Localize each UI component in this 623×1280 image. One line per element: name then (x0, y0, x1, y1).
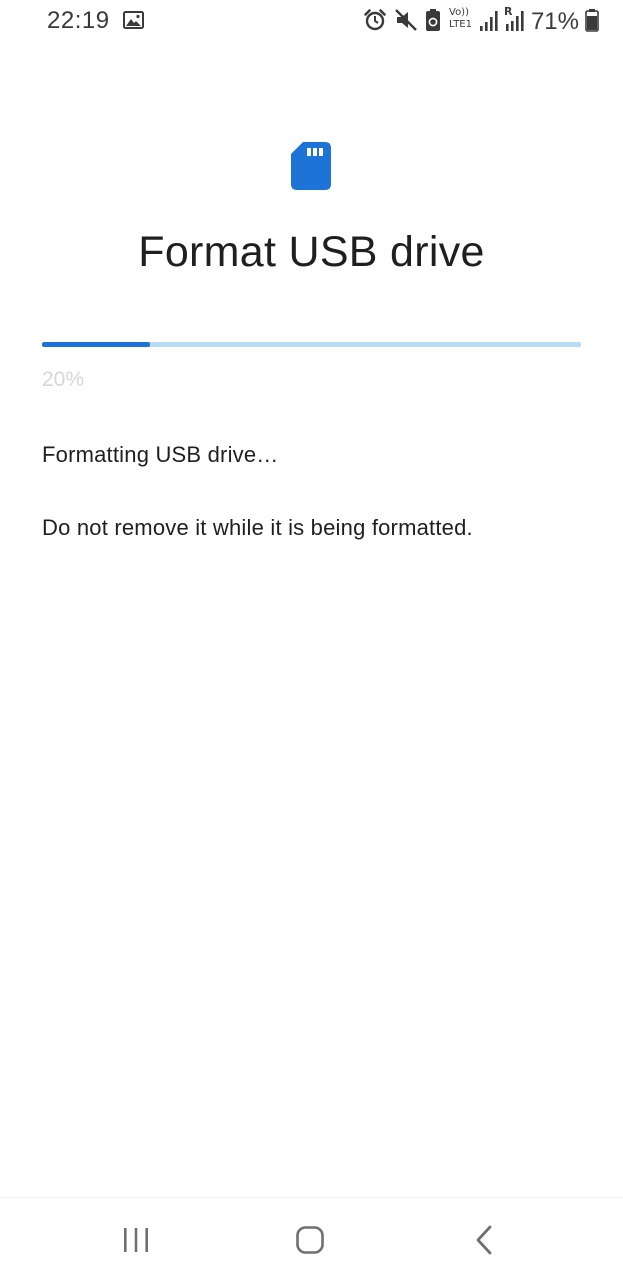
navigation-bar (0, 1197, 623, 1280)
home-icon (296, 1225, 324, 1254)
roaming-signal-icon: R (504, 6, 528, 34)
home-button[interactable] (250, 1198, 370, 1280)
back-button[interactable] (424, 1198, 544, 1280)
recents-button[interactable] (76, 1198, 196, 1280)
back-icon (476, 1225, 492, 1254)
page-title: Format USB drive (138, 228, 485, 276)
battery-saver-icon (426, 9, 440, 31)
status-bar: 22:19 Vo)) LTE1 R 71% (0, 0, 623, 44)
lte-label: LTE1 (449, 19, 472, 30)
battery-percent: 71% (530, 8, 579, 35)
battery-icon (585, 9, 599, 32)
progress-fill (42, 342, 150, 347)
formatting-status-text: Formatting USB drive… (42, 442, 279, 467)
recents-icon (124, 1227, 148, 1252)
status-icons: Vo)) LTE1 R 71% (323, 6, 623, 36)
volte-lte-icon: Vo)) LTE1 (449, 7, 475, 33)
status-time: 22:19 (47, 7, 110, 34)
warning-text: Do not remove it while it is being forma… (42, 515, 473, 540)
format-usb-screen: 22:19 Vo)) LTE1 R 71% Format USB drive 2… (0, 0, 623, 1280)
volte-label: Vo)) (449, 7, 469, 18)
alarm-icon (364, 9, 386, 31)
mute-icon (395, 9, 417, 31)
signal-icon (480, 11, 498, 31)
progress-bar (42, 342, 581, 347)
sd-card-icon (291, 142, 331, 190)
progress-percent: 20% (42, 368, 85, 391)
gallery-icon (123, 11, 144, 29)
